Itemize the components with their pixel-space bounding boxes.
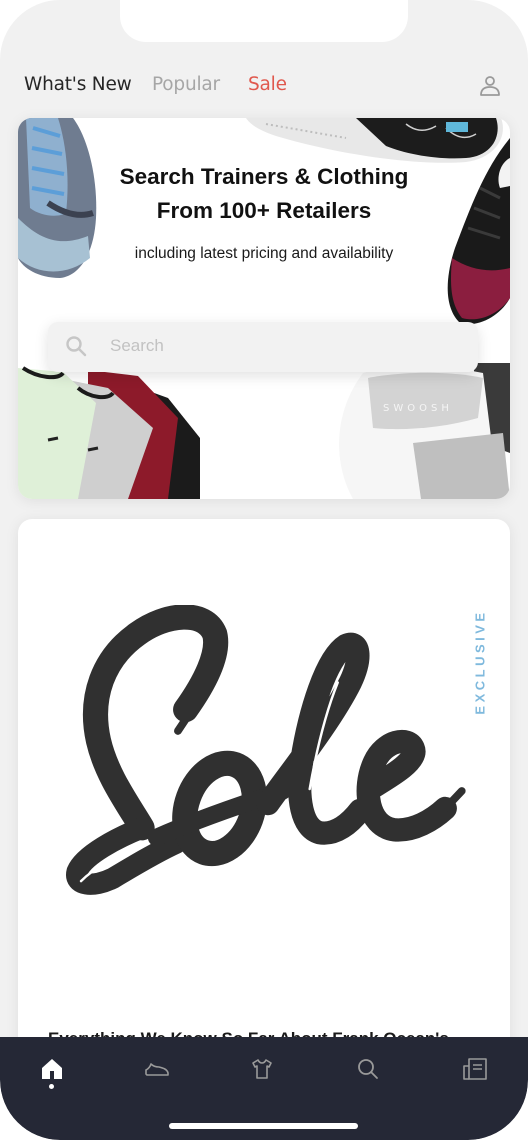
tab-sneakers[interactable] — [140, 1055, 172, 1087]
search-placeholder: Search — [110, 336, 164, 355]
newspaper-icon — [463, 1058, 487, 1080]
tab-home[interactable] — [36, 1055, 68, 1087]
search-hero-card[interactable]: Search Trainers & Clothing From 100+ Ret… — [18, 118, 510, 499]
home-icon — [42, 1059, 62, 1079]
tab-whats-new[interactable]: What's New — [24, 74, 132, 95]
search-input[interactable]: Search — [48, 322, 478, 372]
article-card[interactable]: EXCLUSIVE Everything We Know So Far Abou… — [18, 519, 510, 1079]
tab-popular[interactable]: Popular — [152, 74, 220, 95]
sneaker-icon — [145, 1063, 169, 1076]
home-indicator — [169, 1123, 358, 1129]
top-tabs: What's New Popular Sale — [0, 70, 528, 104]
app-screen: What's New Popular Sale Search Trainers … — [0, 0, 528, 1140]
tab-search[interactable] — [352, 1055, 384, 1087]
sweatshirts-image — [18, 366, 200, 499]
tshirt-icon — [252, 1059, 272, 1079]
hoodies-image: SWOOSH — [339, 363, 510, 499]
hero-subtitle: including latest pricing and availabilit… — [134, 245, 394, 262]
tab-clothing[interactable] — [246, 1055, 278, 1087]
hero-title: Search Trainers & Clothing From 100+ Ret… — [18, 160, 510, 228]
device-notch — [120, 0, 408, 42]
svg-text:SWOOSH: SWOOSH — [383, 403, 453, 414]
tab-sale[interactable]: Sale — [248, 74, 287, 95]
tab-news[interactable] — [458, 1055, 490, 1087]
bottom-tab-bar — [0, 1037, 528, 1140]
search-icon — [358, 1059, 378, 1079]
active-tab-indicator — [49, 1084, 54, 1089]
hero-title-line-2: From 100+ Retailers — [156, 198, 372, 223]
hero-title-line-1: Search Trainers & Clothing — [119, 164, 409, 189]
search-icon — [66, 336, 87, 357]
profile-button[interactable] — [478, 74, 502, 98]
user-icon — [480, 76, 500, 96]
sole-logo — [66, 605, 466, 895]
